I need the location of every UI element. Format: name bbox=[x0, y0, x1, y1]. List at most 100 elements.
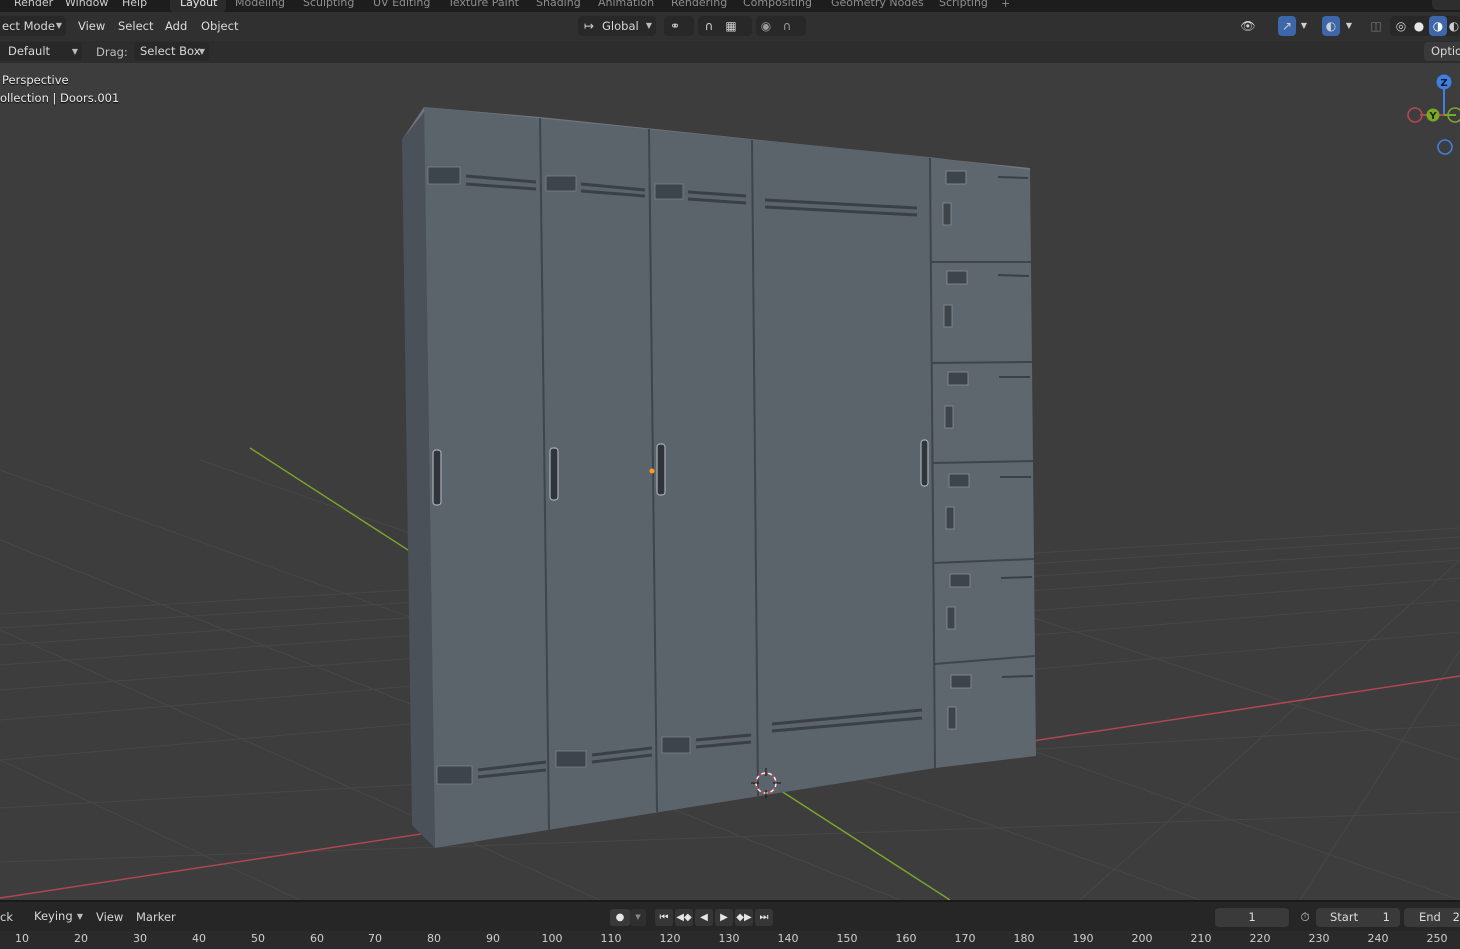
workspace-bar: Render Window Help Layout Modeling Sculp… bbox=[0, 0, 1460, 12]
gizmo-neg-z-axis[interactable] bbox=[1437, 139, 1453, 155]
object-origin bbox=[649, 468, 655, 474]
snap-button[interactable]: ∩ ▦ bbox=[698, 16, 752, 36]
play-button[interactable]: ▶ bbox=[715, 909, 733, 926]
chevron-down-icon: ▼ bbox=[645, 21, 652, 30]
overlays-toggle-button[interactable]: ◐ bbox=[1322, 16, 1340, 36]
pivot-point-button[interactable]: ⚭ bbox=[664, 16, 694, 36]
tab-geometry-nodes[interactable]: Geometry Nodes bbox=[831, 0, 924, 9]
gizmo-neg-x-axis[interactable] bbox=[1407, 107, 1423, 123]
keying-dropdown[interactable]: Keying ▼ bbox=[26, 907, 87, 926]
options-label: Optio bbox=[1431, 44, 1460, 58]
prev-keyframe-button[interactable]: ◀◆ bbox=[675, 909, 693, 926]
solid-shading-icon[interactable]: ● bbox=[1410, 16, 1428, 36]
ruler-tick: 240 bbox=[1367, 932, 1389, 945]
keying-label: Keying bbox=[34, 909, 73, 923]
ruler-tick: 140 bbox=[777, 932, 799, 945]
overlays-icon: ◐ bbox=[1325, 19, 1337, 33]
proportional-editing-button[interactable]: ◉ ∩ bbox=[756, 16, 806, 36]
stopwatch-icon[interactable]: ⏱ bbox=[1296, 908, 1314, 927]
tab-layout[interactable]: Layout bbox=[180, 0, 217, 9]
ruler-tick: 90 bbox=[486, 932, 500, 945]
ruler-tick: 10 bbox=[15, 932, 29, 945]
options-button[interactable]: Optio bbox=[1424, 42, 1460, 61]
current-frame-field[interactable]: 1 bbox=[1215, 908, 1289, 927]
falloff-curve-icon: ∩ bbox=[782, 19, 792, 33]
tab-texture-paint[interactable]: Texture Paint bbox=[448, 0, 519, 9]
menu-view[interactable]: View bbox=[96, 908, 123, 926]
viewport-header: ect Mode ▼ View Select Add Object ↦ Glob… bbox=[0, 12, 1460, 41]
proportional-editing-icon: ◉ bbox=[760, 19, 772, 33]
jump-end-icon: ⏭ bbox=[759, 912, 769, 923]
tab-compositing[interactable]: Compositing bbox=[743, 0, 812, 9]
ruler-tick: 20 bbox=[74, 932, 88, 945]
jump-start-button[interactable]: ⏮ bbox=[655, 909, 673, 926]
rendered-shading-icon[interactable]: ◐ bbox=[1448, 16, 1460, 36]
menu-window[interactable]: Window bbox=[65, 0, 108, 9]
ruler-tick: 120 bbox=[659, 932, 681, 945]
viewport-scene: Z Y bbox=[0, 74, 1460, 900]
gizmo-y-label: Y bbox=[1428, 111, 1437, 122]
chevron-down-icon: ▼ bbox=[71, 47, 78, 56]
chevron-down-icon: ▼ bbox=[76, 912, 83, 921]
end-frame-field[interactable]: End 2 bbox=[1404, 908, 1460, 927]
ruler-tick: 30 bbox=[133, 932, 147, 945]
menu-marker[interactable]: Marker bbox=[136, 908, 176, 926]
play-icon: ▶ bbox=[720, 912, 728, 923]
visibility-button[interactable]: 👁 bbox=[1236, 16, 1272, 36]
mode-dropdown[interactable]: ect Mode ▼ bbox=[0, 16, 66, 36]
ruler-tick: 190 bbox=[1072, 932, 1094, 945]
menu-object[interactable]: Object bbox=[201, 16, 238, 36]
drag-mode-dropdown[interactable]: Select Box ▼ bbox=[134, 42, 209, 61]
tab-animation[interactable]: Animation bbox=[598, 0, 654, 9]
locker-object[interactable] bbox=[402, 107, 1036, 848]
tab-modeling[interactable]: Modeling bbox=[235, 0, 285, 9]
orientation-default-dropdown[interactable]: Default ▼ bbox=[0, 42, 82, 61]
tab-scripting[interactable]: Scripting bbox=[939, 0, 988, 9]
menu-view[interactable]: View bbox=[78, 16, 105, 36]
ruler-tick: 70 bbox=[368, 932, 382, 945]
next-keyframe-icon: ◆▶ bbox=[736, 912, 752, 923]
ruler-tick: 250 bbox=[1426, 932, 1448, 945]
tab-rendering[interactable]: Rendering bbox=[671, 0, 727, 9]
tool-settings-bar: Default ▼ Drag: Select Box ▼ Optio bbox=[0, 41, 1460, 63]
ruler-tick: 220 bbox=[1249, 932, 1271, 945]
material-preview-icon[interactable]: ◑ bbox=[1429, 16, 1447, 36]
tab-sculpting[interactable]: Sculpting bbox=[303, 0, 354, 9]
menu-render[interactable]: Render bbox=[14, 0, 53, 9]
end-value: 2 bbox=[1452, 910, 1460, 924]
add-workspace-button[interactable]: + bbox=[1001, 0, 1010, 10]
view-name-label: Perspective bbox=[2, 73, 69, 87]
menu-select[interactable]: Select bbox=[118, 16, 153, 36]
prev-keyframe-icon: ◀◆ bbox=[676, 912, 692, 923]
auto-keying-dropdown[interactable]: ▼ bbox=[630, 909, 646, 926]
tab-shading[interactable]: Shading bbox=[536, 0, 581, 9]
jump-end-button[interactable]: ⏭ bbox=[755, 909, 773, 926]
3d-viewport[interactable]: Z Y Perspective ollection | Doors.001 bbox=[0, 63, 1460, 900]
orientation-label: Global bbox=[602, 19, 639, 33]
navigation-gizmo[interactable]: Z Y bbox=[1407, 74, 1460, 155]
ruler-tick: 200 bbox=[1131, 932, 1153, 945]
menu-playback[interactable]: ck bbox=[0, 908, 13, 926]
transform-orientation-dropdown[interactable]: ↦ Global ▼ bbox=[578, 16, 656, 36]
scene-selector-icon[interactable] bbox=[1432, 0, 1460, 10]
ruler-tick: 40 bbox=[192, 932, 206, 945]
record-button[interactable]: ● bbox=[610, 909, 630, 926]
play-reverse-button[interactable]: ◀ bbox=[695, 909, 713, 926]
chevron-down-icon[interactable]: ▼ bbox=[1298, 16, 1310, 36]
next-keyframe-button[interactable]: ◆▶ bbox=[735, 909, 753, 926]
ruler-tick: 180 bbox=[1013, 932, 1035, 945]
frame-ruler[interactable]: 10 20 30 40 50 60 70 80 90 100 110 120 1… bbox=[0, 931, 1460, 949]
tab-uv-editing[interactable]: UV Editing bbox=[373, 0, 430, 9]
menu-help[interactable]: Help bbox=[122, 0, 147, 9]
start-frame-field[interactable]: Start 1 bbox=[1316, 908, 1400, 927]
ruler-tick: 130 bbox=[718, 932, 740, 945]
wireframe-shading-icon[interactable]: ◎ bbox=[1392, 16, 1410, 36]
ruler-tick: 170 bbox=[954, 932, 976, 945]
ruler-tick: 60 bbox=[310, 932, 324, 945]
chevron-down-icon: ▼ bbox=[55, 21, 62, 30]
menu-add[interactable]: Add bbox=[165, 16, 187, 36]
record-icon: ● bbox=[615, 912, 625, 923]
xray-toggle-button[interactable]: ◫ bbox=[1366, 16, 1386, 36]
chevron-down-icon[interactable]: ▼ bbox=[1343, 16, 1355, 36]
gizmo-toggle-button[interactable]: ↗ bbox=[1278, 16, 1296, 36]
